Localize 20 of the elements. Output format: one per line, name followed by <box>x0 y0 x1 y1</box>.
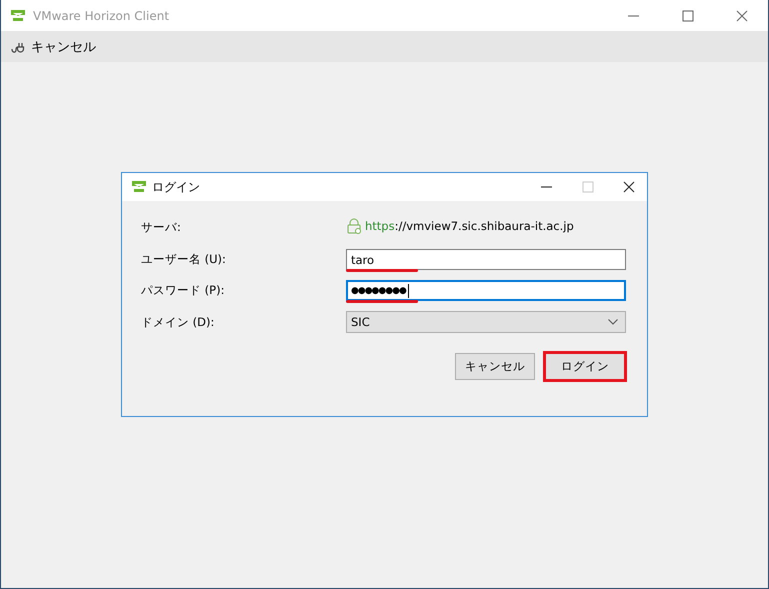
field-label: ユーザー名 (U): <box>141 252 227 267</box>
maximize-icon <box>582 181 594 193</box>
field-label: パスワード (P): <box>141 283 226 298</box>
server-label: サーバ: <box>141 220 182 234</box>
cancel-button[interactable]: キャンセル <box>455 353 535 380</box>
app-logo-icon <box>10 8 26 22</box>
password-field[interactable]: ●●●●●●●● <box>346 280 626 301</box>
cancel-toolbar-button[interactable]: キャンセル <box>11 38 96 56</box>
lock-icon <box>346 218 362 234</box>
field-label: ドメイン (D): <box>141 314 216 330</box>
domain-dropdown[interactable]: SIC <box>346 311 626 333</box>
username-field[interactable]: taro <box>346 249 626 270</box>
maximize-icon[interactable] <box>682 10 694 22</box>
window-title: VMware Horizon Client <box>33 8 170 22</box>
close-icon[interactable] <box>623 181 635 193</box>
dialog-title: ログイン <box>152 178 200 196</box>
server-url: https://vmview7.sic.shibaura-it.ac.jp <box>365 219 574 233</box>
chevron-down-icon <box>608 319 618 325</box>
login-button[interactable]: ログイン <box>543 351 627 382</box>
app-logo-icon <box>131 180 147 194</box>
